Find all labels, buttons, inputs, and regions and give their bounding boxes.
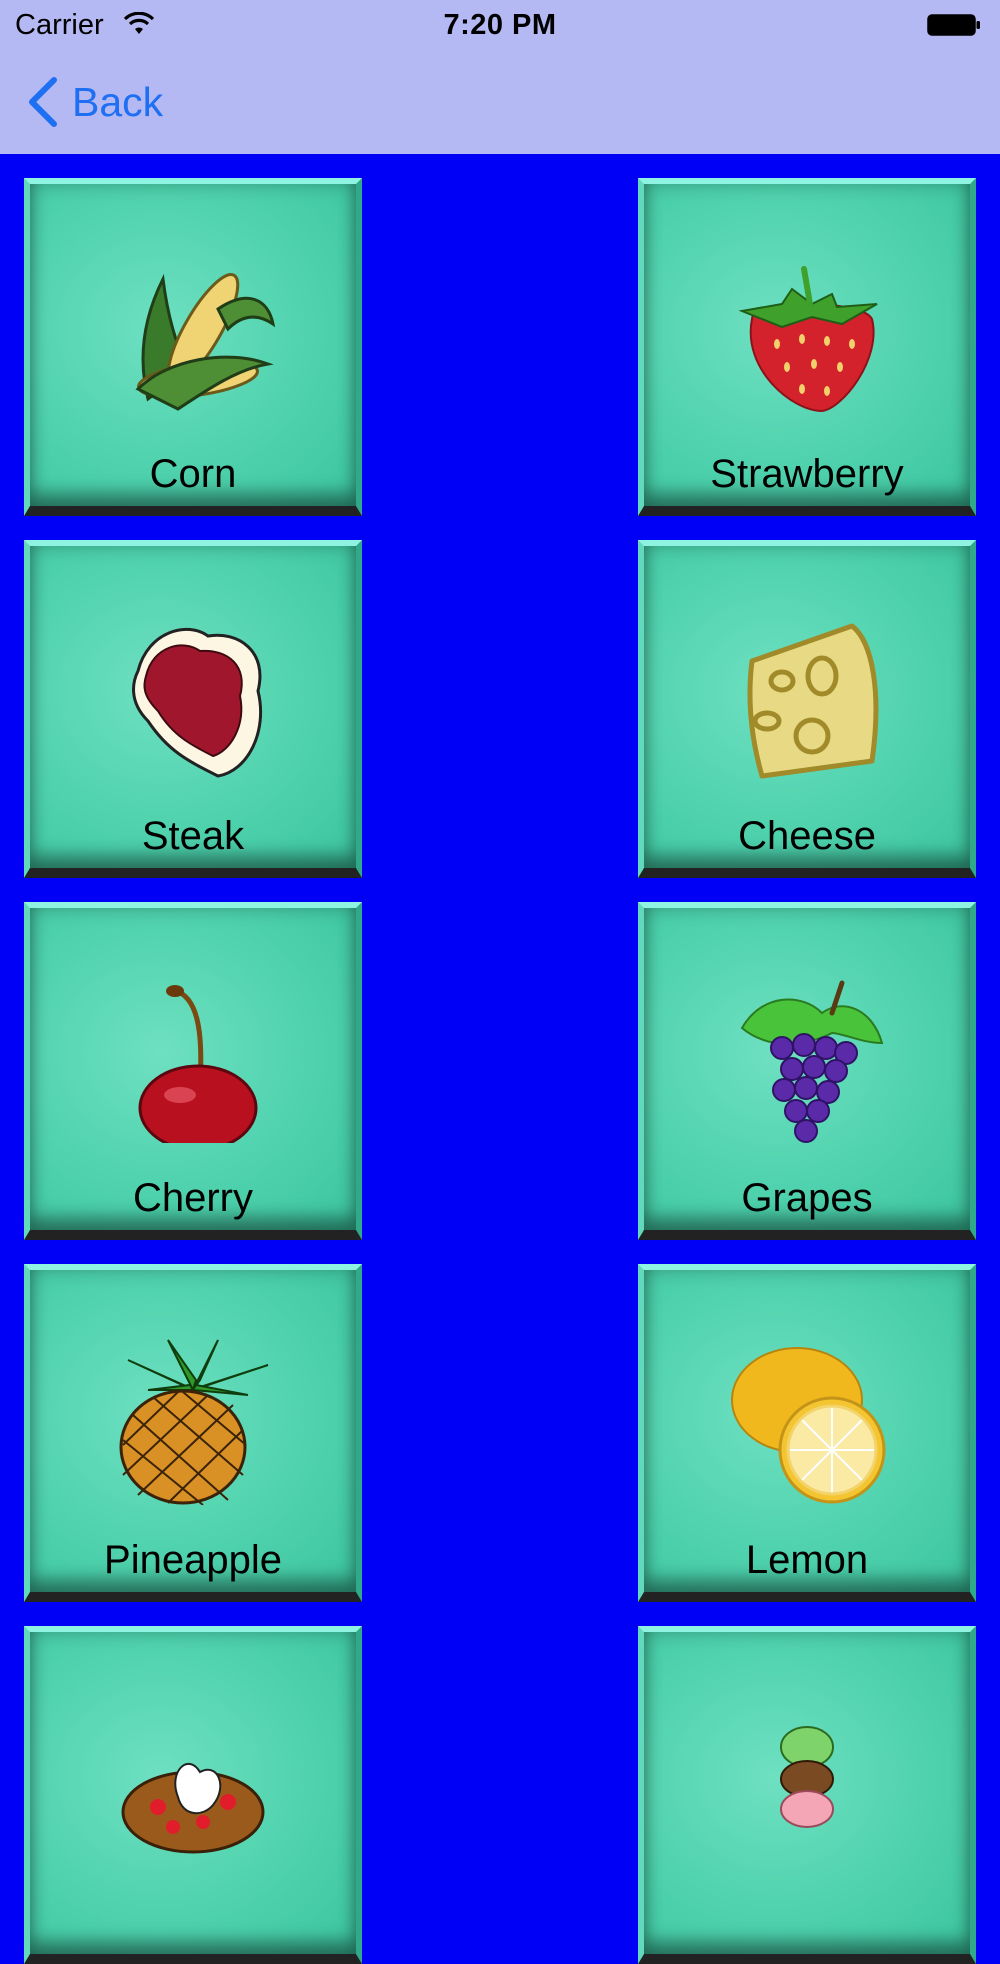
pineapple-icon [119, 1339, 269, 1505]
tile-label: Steak [141, 814, 245, 858]
back-button[interactable]: Back [26, 74, 163, 130]
tile-steak[interactable]: Steak [24, 540, 362, 878]
waffle-icon [121, 1763, 265, 1854]
grapes-icon [740, 980, 884, 1143]
tile-grapes[interactable]: Grapes [638, 902, 976, 1240]
tile-label: Cheese [738, 814, 876, 858]
back-label: Back [72, 78, 164, 125]
battery-icon [927, 14, 980, 36]
tile-label: Strawberry [710, 452, 904, 496]
tile-label: Pineapple [104, 1538, 282, 1582]
tile-label: Lemon [745, 1538, 869, 1582]
tile-corn[interactable]: Corn [24, 178, 362, 516]
tile-cherry[interactable]: Cherry [24, 902, 362, 1240]
tile-waffle[interactable] [24, 1626, 362, 1964]
ice-cream-icon [780, 1726, 834, 1828]
strawberry-icon [738, 266, 878, 413]
corn-icon [135, 273, 276, 411]
lemon-icon [731, 1347, 886, 1504]
tile-lemon[interactable]: Lemon [638, 1264, 976, 1602]
chevron-left-icon [29, 77, 57, 127]
tile-label: Grapes [741, 1176, 873, 1220]
tile-label: Corn [149, 452, 237, 496]
status-time: 7:20 PM [443, 9, 557, 41]
tile-label: Cherry [132, 1176, 254, 1220]
steak-icon [132, 627, 263, 778]
tile-cheese[interactable]: Cheese [638, 540, 976, 878]
cheese-icon [747, 623, 879, 779]
cherry-icon [138, 985, 258, 1143]
tile-pineapple[interactable]: Pineapple [24, 1264, 362, 1602]
navigation-bar: Back [0, 50, 1000, 154]
tile-strawberry[interactable]: Strawberry [638, 178, 976, 516]
status-bar: Carrier 7:20 PM [0, 0, 1000, 50]
tile-ice-cream[interactable] [638, 1626, 976, 1964]
